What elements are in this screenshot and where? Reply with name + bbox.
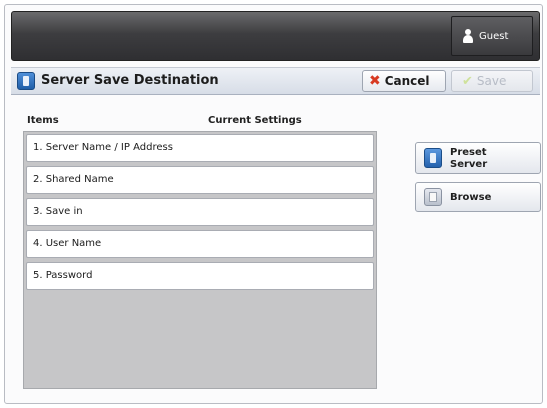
preset-label-line2: Server (450, 159, 488, 170)
settings-table: 1. Server Name / IP Address 2. Shared Na… (23, 131, 377, 389)
row-label: 3. Save in (33, 206, 83, 217)
column-header-current-settings: Current Settings (208, 115, 302, 126)
cancel-x-icon: ✖ (369, 73, 381, 89)
guest-button[interactable]: Guest (451, 16, 533, 56)
table-row-user-name[interactable]: 4. User Name (26, 230, 374, 258)
status-bar: Guest (11, 11, 540, 61)
save-check-icon: ✔ (462, 73, 473, 89)
preset-server-icon (424, 148, 442, 168)
row-label: 2. Shared Name (33, 174, 114, 185)
cancel-button[interactable]: ✖ Cancel (362, 70, 446, 92)
guest-label: Guest (479, 30, 509, 42)
preset-label-line1: Preset (450, 147, 487, 158)
user-icon (462, 29, 474, 43)
table-row-save-in[interactable]: 3. Save in (26, 198, 374, 226)
save-button[interactable]: ✔ Save (451, 70, 533, 92)
browse-label: Browse (450, 192, 492, 203)
page-title: Server Save Destination (41, 73, 219, 88)
row-label: 5. Password (33, 270, 93, 281)
column-header-items: Items (27, 115, 59, 126)
app-window: Guest Server Save Destination ✖ Cancel ✔… (4, 4, 543, 404)
browse-button[interactable]: Browse (415, 182, 541, 212)
row-label: 1. Server Name / IP Address (33, 142, 173, 153)
save-label: Save (476, 74, 507, 88)
browse-icon (424, 188, 442, 206)
title-bar: Server Save Destination ✖ Cancel ✔ Save (11, 67, 540, 95)
cancel-label: Cancel (384, 74, 430, 88)
preset-server-button[interactable]: Preset Server (415, 142, 541, 174)
table-row-server-name[interactable]: 1. Server Name / IP Address (26, 134, 374, 162)
server-destination-icon (17, 72, 35, 90)
row-label: 4. User Name (33, 238, 102, 249)
table-row-shared-name[interactable]: 2. Shared Name (26, 166, 374, 194)
table-row-password[interactable]: 5. Password (26, 262, 374, 290)
